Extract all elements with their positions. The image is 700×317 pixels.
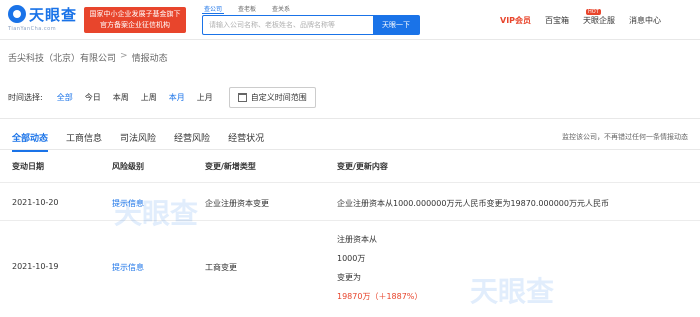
tabs-divider	[0, 149, 700, 150]
time-option-last-month[interactable]: 上月	[197, 92, 213, 103]
search-tabs: 查公司 查老板 查关系	[202, 4, 292, 14]
promo-banner[interactable]: 国家中小企业发展子基金旗下 官方备案企业征信机构	[84, 7, 186, 33]
row-change-content: 注册资本从 1000万 变更为 19870万（＋1887%）	[337, 230, 422, 306]
time-option-last-week[interactable]: 上周	[141, 92, 157, 103]
time-option-today[interactable]: 今日	[85, 92, 101, 103]
search-tab-boss[interactable]: 查老板	[236, 4, 258, 14]
row-risk-link[interactable]: 提示信息	[112, 198, 144, 209]
header-change-content: 变更/更新内容	[337, 162, 388, 171]
time-filter: 时间选择: 全部 今日 本周 上周 本月 上月 自定义时间范围	[8, 87, 316, 108]
search-tab-relation[interactable]: 查关系	[270, 4, 292, 14]
search-button[interactable]: 天眼一下	[373, 16, 419, 34]
breadcrumb-separator: >	[120, 51, 128, 61]
hot-badge: HOT	[586, 9, 601, 15]
table-header-row: 变动日期 风险级别 变更/新增类型 变更/更新内容	[0, 161, 700, 183]
table-row: 2021-10-20 提示信息 企业注册资本变更 企业注册资本从1000.000…	[0, 191, 700, 221]
search-box: 天眼一下	[202, 15, 420, 35]
search-tab-company[interactable]: 查公司	[202, 4, 225, 14]
table-row: 2021-10-19 提示信息 工商变更 注册资本从 1000万 变更为 198…	[0, 222, 700, 317]
time-filter-label: 时间选择:	[8, 93, 43, 102]
enterprise-service-link[interactable]: 天眼企服	[583, 15, 615, 26]
content-line-4: 19870万（＋1887%）	[337, 292, 423, 301]
time-option-all[interactable]: 全部	[57, 92, 73, 103]
toolbox-link[interactable]: 百宝箱	[545, 15, 569, 26]
calendar-icon	[237, 93, 247, 102]
row-date: 2021-10-20	[12, 198, 59, 207]
row-change-type: 企业注册资本变更	[205, 199, 269, 208]
custom-range-label: 自定义时间范围	[250, 93, 307, 102]
logo-text: 天眼查	[29, 6, 78, 24]
header-change-type: 变更/新增类型	[205, 162, 256, 171]
promo-line-2: 官方备案企业征信机构	[100, 21, 170, 29]
message-center-link[interactable]: 消息中心	[629, 15, 661, 26]
intel-panel: 全部动态 工商信息 司法风险 经营风险 经营状况 监控该公司，不再错过任何一条情…	[0, 118, 700, 317]
row-change-content: 企业注册资本从1000.000000万元人民币变更为19870.000000万元…	[337, 199, 609, 208]
row-date: 2021-10-19	[12, 262, 59, 271]
logo-subtext: TianYanCha.com	[8, 26, 57, 32]
row-change-type: 工商变更	[205, 263, 237, 272]
header-date: 变动日期	[12, 162, 44, 171]
vip-link[interactable]: VIP会员	[500, 15, 531, 26]
row-risk-link[interactable]: 提示信息	[112, 262, 144, 273]
monitor-notice: 监控该公司，不再错过任何一条情报动态	[562, 133, 688, 141]
breadcrumb-current: 情报动态	[131, 54, 168, 64]
time-option-this-week[interactable]: 本周	[113, 92, 129, 103]
content-line-3: 变更为	[337, 273, 361, 282]
breadcrumb: 舌尖科技（北京）有限公司 > 情报动态	[8, 51, 168, 64]
tianyancha-logo[interactable]: 天眼查 TianYanCha.com	[8, 4, 80, 36]
promo-line-1: 国家中小企业发展子基金旗下	[89, 10, 181, 18]
custom-range-button[interactable]: 自定义时间范围	[228, 87, 316, 108]
top-header: 天眼查 TianYanCha.com 国家中小企业发展子基金旗下 官方备案企业征…	[0, 0, 700, 40]
content-line-2: 1000万	[337, 254, 366, 263]
time-option-this-month[interactable]: 本月	[169, 92, 185, 103]
content-line-1: 注册资本从	[337, 235, 377, 244]
header-risk-level: 风险级别	[112, 162, 144, 171]
search-input[interactable]	[203, 16, 375, 34]
header-nav: VIP会员 百宝箱 天眼企服 消息中心	[500, 15, 661, 26]
logo-eye-icon	[8, 5, 26, 23]
breadcrumb-company[interactable]: 舌尖科技（北京）有限公司	[8, 51, 116, 64]
